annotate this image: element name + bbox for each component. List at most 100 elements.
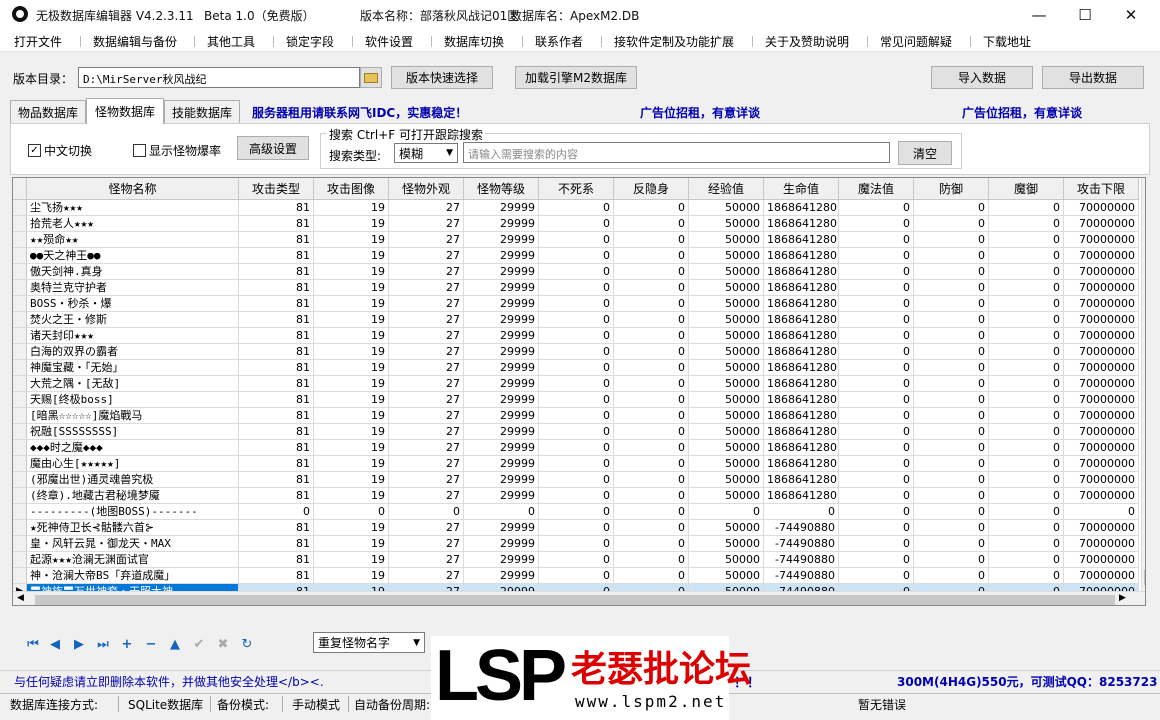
column-header[interactable]: 怪物外观 xyxy=(389,178,464,200)
table-cell[interactable]: 0 xyxy=(614,456,689,472)
table-cell[interactable]: 81 xyxy=(239,488,314,504)
monster-name-cell[interactable]: 神・沧澜大帝BS「弃道成魔」 xyxy=(27,568,239,584)
table-cell[interactable]: 0 xyxy=(539,536,614,552)
table-cell[interactable]: 0 xyxy=(614,264,689,280)
row-indicator[interactable] xyxy=(13,456,27,472)
table-cell[interactable]: 29999 xyxy=(464,488,539,504)
table-cell[interactable]: 0 xyxy=(989,376,1064,392)
quick-select-button[interactable]: 版本快速选择 xyxy=(391,66,493,89)
table-cell[interactable]: 1868641280 xyxy=(764,472,839,488)
tab-skills[interactable]: 技能数据库 xyxy=(164,100,240,123)
app-icon[interactable] xyxy=(12,6,28,22)
table-cell[interactable]: 19 xyxy=(314,200,389,216)
monster-name-cell[interactable]: 诸天封印★★★ xyxy=(27,328,239,344)
table-cell[interactable]: 19 xyxy=(314,296,389,312)
table-cell[interactable]: 0 xyxy=(989,440,1064,456)
table-cell[interactable]: 70000000 xyxy=(1064,392,1139,408)
add-record-icon[interactable]: + xyxy=(116,636,138,652)
table-cell[interactable]: 0 xyxy=(839,536,914,552)
monster-name-cell[interactable]: 皇・风轩云晁・御龙天・MAX xyxy=(27,536,239,552)
table-cell[interactable]: 0 xyxy=(914,536,989,552)
table-cell[interactable]: 0 xyxy=(839,344,914,360)
table-cell[interactable]: 0 xyxy=(989,488,1064,504)
table-cell[interactable]: 0 xyxy=(989,472,1064,488)
column-header[interactable]: 怪物名称 xyxy=(27,178,239,200)
table-cell[interactable]: 0 xyxy=(839,376,914,392)
monster-name-cell[interactable]: (邪魔出世)通灵魂兽究极 xyxy=(27,472,239,488)
table-cell[interactable]: 0 xyxy=(314,504,389,520)
table-cell[interactable]: 29999 xyxy=(464,552,539,568)
scroll-up-icon[interactable]: ▲ xyxy=(1143,180,1145,189)
table-cell[interactable]: 0 xyxy=(914,392,989,408)
table-cell[interactable]: 50000 xyxy=(689,472,764,488)
table-cell[interactable]: 27 xyxy=(389,360,464,376)
monster-name-cell[interactable]: 天赐[终极boss] xyxy=(27,392,239,408)
table-cell[interactable]: 50000 xyxy=(689,456,764,472)
row-indicator[interactable] xyxy=(13,264,27,280)
monster-name-cell[interactable]: [暗黑☆☆☆☆☆]魔焰戰马 xyxy=(27,408,239,424)
table-cell[interactable]: 0 xyxy=(989,408,1064,424)
table-cell[interactable]: 0 xyxy=(839,408,914,424)
table-cell[interactable]: 81 xyxy=(239,424,314,440)
table-cell[interactable]: 19 xyxy=(314,520,389,536)
table-cell[interactable]: 70000000 xyxy=(1064,216,1139,232)
row-indicator[interactable] xyxy=(13,200,27,216)
table-cell[interactable]: 0 xyxy=(539,568,614,584)
table-cell[interactable]: 0 xyxy=(914,344,989,360)
table-cell[interactable]: 0 xyxy=(614,440,689,456)
table-cell[interactable]: 70000000 xyxy=(1064,408,1139,424)
table-cell[interactable]: 0 xyxy=(539,408,614,424)
monster-name-cell[interactable]: 奥特兰克守护者 xyxy=(27,280,239,296)
monster-name-cell[interactable]: ---------(地图BOSS)------- xyxy=(27,504,239,520)
table-cell[interactable]: 70000000 xyxy=(1064,488,1139,504)
table-cell[interactable]: 0 xyxy=(614,296,689,312)
menu-download[interactable]: 下载地址 xyxy=(983,33,1031,50)
delete-record-icon[interactable]: − xyxy=(140,636,162,652)
table-cell[interactable]: 1868641280 xyxy=(764,360,839,376)
menu-data-edit[interactable]: 数据编辑与备份 xyxy=(93,33,177,50)
dir-input[interactable]: D:\MirServer秋风战纪 xyxy=(78,67,360,88)
table-cell[interactable]: 0 xyxy=(914,424,989,440)
table-cell[interactable]: 0 xyxy=(914,488,989,504)
monster-name-cell[interactable]: ★死神侍卫长⊰骷髅六首⊱ xyxy=(27,520,239,536)
table-cell[interactable]: 50000 xyxy=(689,248,764,264)
table-cell[interactable]: 70000000 xyxy=(1064,296,1139,312)
table-cell[interactable]: 29999 xyxy=(464,408,539,424)
table-cell[interactable]: 1868641280 xyxy=(764,264,839,280)
horizontal-scrollbar[interactable]: ◀ ▶ xyxy=(13,591,1145,605)
table-cell[interactable]: 0 xyxy=(914,200,989,216)
table-cell[interactable]: 29999 xyxy=(464,200,539,216)
table-cell[interactable]: 27 xyxy=(389,248,464,264)
table-cell[interactable]: 29999 xyxy=(464,472,539,488)
table-cell[interactable]: 1868641280 xyxy=(764,200,839,216)
table-cell[interactable]: 27 xyxy=(389,280,464,296)
table-cell[interactable]: 0 xyxy=(614,328,689,344)
table-cell[interactable]: 0 xyxy=(614,200,689,216)
monster-name-cell[interactable]: 起源★★★沧澜无渊面试官 xyxy=(27,552,239,568)
table-cell[interactable]: 81 xyxy=(239,536,314,552)
table-cell[interactable]: 0 xyxy=(464,504,539,520)
table-cell[interactable]: 0 xyxy=(914,296,989,312)
table-cell[interactable]: 0 xyxy=(914,520,989,536)
table-cell[interactable]: 81 xyxy=(239,344,314,360)
clear-button[interactable]: 清空 xyxy=(898,141,952,165)
table-cell[interactable]: 0 xyxy=(839,248,914,264)
monster-name-cell[interactable]: 拾荒老人★★★ xyxy=(27,216,239,232)
table-cell[interactable]: 0 xyxy=(614,392,689,408)
menu-faq[interactable]: 常见问题解疑 xyxy=(880,33,952,50)
table-cell[interactable]: 0 xyxy=(839,296,914,312)
table-cell[interactable]: 0 xyxy=(539,360,614,376)
table-cell[interactable]: 27 xyxy=(389,424,464,440)
table-cell[interactable]: 19 xyxy=(314,440,389,456)
search-type-select[interactable]: 模糊 ▼ xyxy=(394,143,458,163)
table-cell[interactable]: 0 xyxy=(839,568,914,584)
table-cell[interactable]: 0 xyxy=(914,216,989,232)
table-cell[interactable]: 0 xyxy=(539,264,614,280)
prev-record-icon[interactable]: ◀ xyxy=(44,636,66,652)
load-engine-button[interactable]: 加载引擎M2数据库 xyxy=(515,66,637,89)
ad-slot-2[interactable]: 广告位招租，有意详谈 xyxy=(962,104,1082,121)
table-cell[interactable]: 0 xyxy=(614,552,689,568)
monster-name-cell[interactable]: (终章).地藏古君秘境梦魇 xyxy=(27,488,239,504)
monster-name-cell[interactable]: 尘飞扬★★★ xyxy=(27,200,239,216)
table-cell[interactable]: 50000 xyxy=(689,232,764,248)
